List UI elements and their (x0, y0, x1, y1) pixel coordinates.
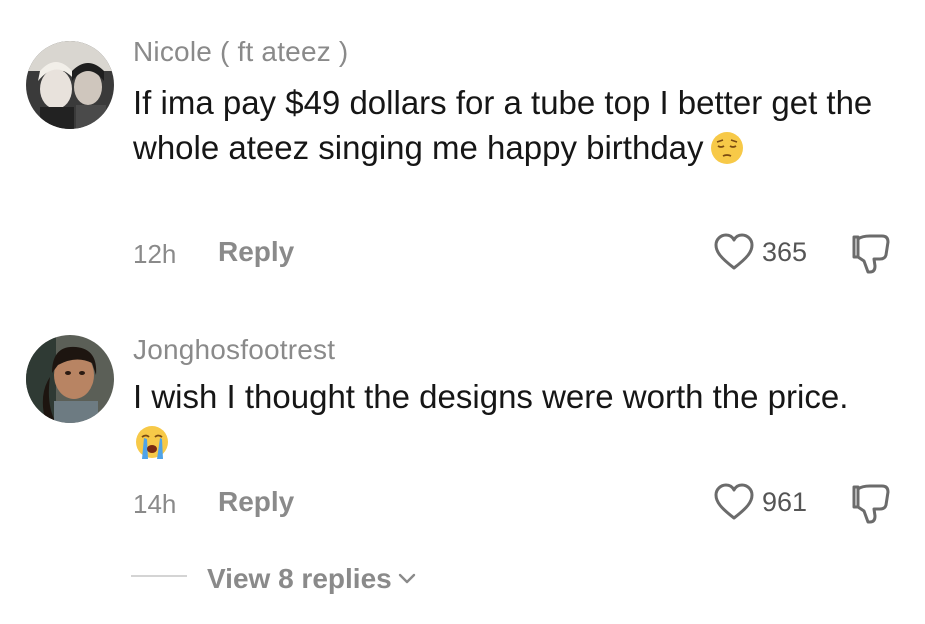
comment-item: Nicole ( ft ateez ) If ima pay $49 dolla… (0, 0, 925, 300)
avatar[interactable] (26, 41, 114, 129)
comment-time: 12h (133, 239, 177, 269)
loudly-crying-face-emoji (135, 425, 169, 459)
thumbs-down-outline-icon[interactable] (848, 233, 894, 275)
heart-outline-icon[interactable] (713, 232, 755, 272)
comment-text-content: I wish I thought the designs were worth … (133, 378, 849, 415)
like-count: 961 (762, 487, 808, 517)
heart-outline-icon[interactable] (713, 482, 755, 522)
avatar[interactable] (26, 335, 114, 423)
reply-button[interactable]: Reply (218, 486, 294, 518)
pensive-face-emoji (710, 131, 744, 165)
like-count: 365 (762, 237, 808, 267)
comment-text-content: If ima pay $49 dollars for a tube top I … (133, 84, 873, 166)
thumbs-down-outline-icon[interactable] (848, 483, 894, 525)
comment-text: If ima pay $49 dollars for a tube top I … (133, 80, 873, 170)
username[interactable]: Jonghosfootrest (133, 334, 335, 366)
comment-time: 14h (133, 489, 177, 519)
view-replies-button[interactable]: View 8 replies (207, 560, 416, 595)
view-replies-label: View 8 replies (207, 563, 392, 594)
comment-item: Jonghosfootrest I wish I thought the des… (0, 300, 925, 540)
view-replies-divider (131, 575, 187, 577)
comment-text: I wish I thought the designs were worth … (133, 374, 873, 464)
reply-button[interactable]: Reply (218, 236, 294, 268)
chevron-down-icon (398, 560, 416, 584)
username[interactable]: Nicole ( ft ateez ) (133, 36, 348, 68)
